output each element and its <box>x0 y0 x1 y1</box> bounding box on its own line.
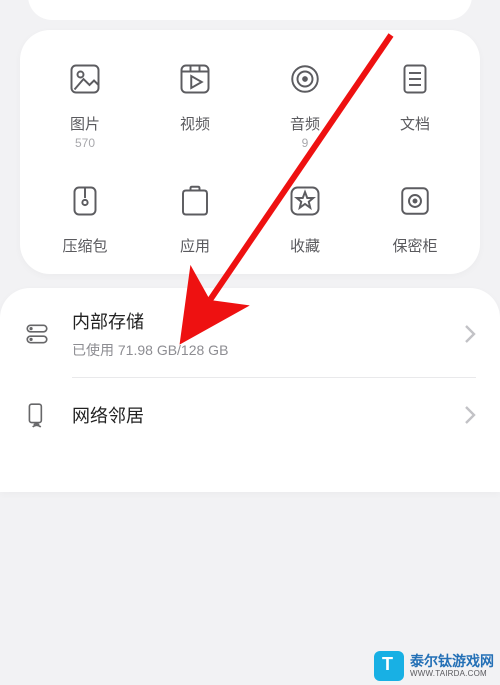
category-label: 图片 <box>70 116 100 134</box>
videos-icon <box>168 52 222 106</box>
internal-storage-text: 内部存储 已使用 71.98 GB/128 GB <box>72 308 464 360</box>
category-label: 文档 <box>400 116 430 134</box>
network-icon <box>24 402 50 428</box>
category-videos[interactable]: 视频 <box>140 52 250 150</box>
category-apps[interactable]: 应用 <box>140 174 250 256</box>
watermark: 泰尔钛游戏网 WWW.TAIRDA.COM <box>374 651 494 681</box>
apps-icon <box>168 174 222 228</box>
chevron-right-icon <box>464 324 476 344</box>
category-documents[interactable]: 文档 <box>360 52 470 150</box>
favorites-icon <box>278 174 332 228</box>
watermark-badge-icon <box>374 651 404 681</box>
file-manager-screen: 图片 570 视频 <box>0 0 500 492</box>
category-label: 视频 <box>180 116 210 134</box>
category-label: 压缩包 <box>62 238 107 256</box>
category-archives[interactable]: 压缩包 <box>30 174 140 256</box>
category-label: 收藏 <box>290 238 320 256</box>
category-favorites[interactable]: 收藏 <box>250 174 360 256</box>
network-neighbor-text: 网络邻居 <box>72 402 464 428</box>
category-label: 保密柜 <box>392 238 437 256</box>
category-audio[interactable]: 音频 9 <box>250 52 360 150</box>
storage-icon <box>24 321 50 347</box>
documents-icon <box>388 52 442 106</box>
pictures-icon <box>58 52 112 106</box>
category-count: 9 <box>302 136 309 150</box>
internal-storage-row[interactable]: 内部存储 已使用 71.98 GB/128 GB <box>0 290 500 378</box>
chevron-right-icon <box>464 405 476 425</box>
category-label: 音频 <box>290 116 320 134</box>
category-safebox[interactable]: 保密柜 <box>360 174 470 256</box>
category-grid: 图片 570 视频 <box>30 52 470 256</box>
internal-storage-subtitle: 已使用 71.98 GB/128 GB <box>72 340 464 360</box>
watermark-line2: WWW.TAIRDA.COM <box>410 670 494 678</box>
search-bar[interactable] <box>28 0 472 20</box>
storage-panel: 内部存储 已使用 71.98 GB/128 GB 网络邻居 <box>0 288 500 492</box>
safebox-icon <box>388 174 442 228</box>
category-pictures[interactable]: 图片 570 <box>30 52 140 150</box>
category-card: 图片 570 视频 <box>20 30 480 274</box>
network-neighbor-title: 网络邻居 <box>72 402 464 428</box>
category-count: 570 <box>75 136 95 150</box>
archives-icon <box>58 174 112 228</box>
category-label: 应用 <box>180 238 210 256</box>
network-neighbor-row[interactable]: 网络邻居 <box>0 378 500 452</box>
watermark-line1: 泰尔钛游戏网 <box>410 654 494 668</box>
audio-icon <box>278 52 332 106</box>
internal-storage-title: 内部存储 <box>72 308 464 334</box>
